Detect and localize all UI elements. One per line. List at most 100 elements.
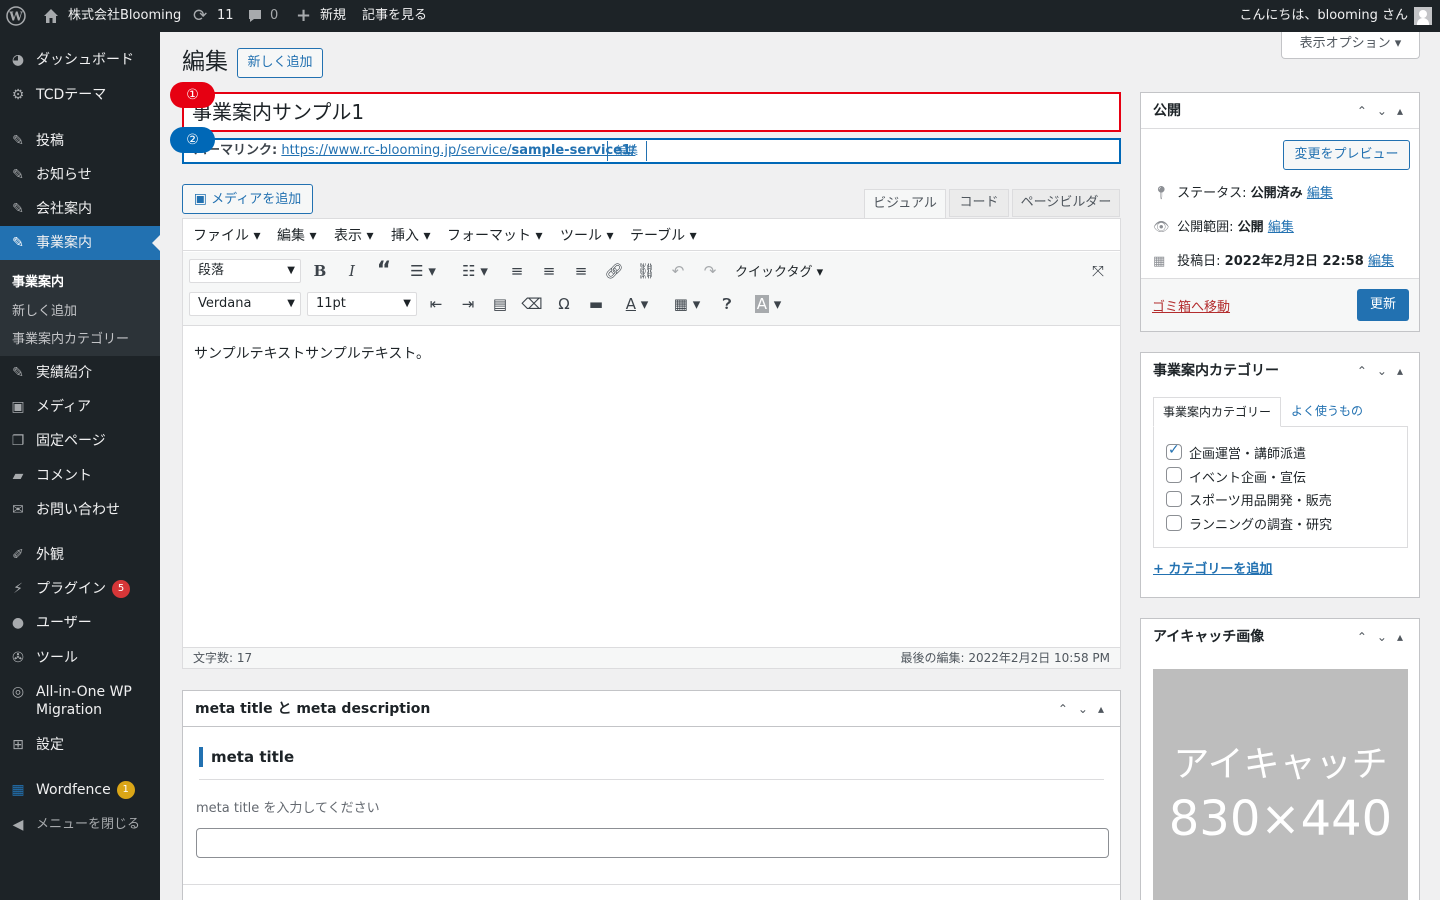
undo-icon[interactable]: ↶ [667,260,689,282]
bold-icon[interactable]: B [309,260,331,282]
collapse-menu-button[interactable]: ◀ メニューを閉じる [0,808,160,842]
sidebar-item-posts[interactable]: ✎ 投稿 [0,124,160,158]
sidebar-item-dashboard[interactable]: ◕ ダッシュボード [0,43,160,77]
meta-box-controls[interactable]: ⌃⌄▴ [1058,691,1114,727]
unlink-icon[interactable]: ⛓︎ [635,260,657,282]
move-to-trash-link[interactable]: ゴミ箱へ移動 [1152,296,1230,315]
updates-icon[interactable]: ⟳ [193,0,207,32]
wordpress-logo-icon[interactable]: W [6,0,28,32]
tab-page-builder[interactable]: ページビルダー [1012,189,1120,217]
dashboard-icon: ◕ [11,52,25,68]
category-checkbox-2[interactable] [1166,491,1182,507]
meta-title-input[interactable] [196,828,1109,858]
updates-count[interactable]: 11 [217,0,234,32]
redo-icon[interactable]: ↷ [699,260,721,282]
sidebar-item-contact[interactable]: ✉ お問い合わせ [0,493,160,527]
greeting[interactable]: こんにちは、blooming さん [1239,0,1408,32]
screen-options-button[interactable]: 表示オプション ▾ [1281,32,1420,59]
menu-edit[interactable]: 編集 ▾ [277,225,316,245]
text-color-icon[interactable]: A ▾ [617,293,657,315]
preview-changes-button[interactable]: 変更をプレビュー [1283,140,1410,170]
fullscreen-icon[interactable]: ⤧ [1087,260,1109,282]
tab-code[interactable]: コード [949,189,1009,217]
sidebar-item-service[interactable]: ✎ 事業案内 [0,226,160,260]
link-icon[interactable]: 🔗︎ [603,260,625,282]
category-checkbox-0[interactable]: ✓ [1166,442,1182,460]
bullet-list-icon[interactable]: ☰ ▾ [405,260,441,282]
featured-image-placeholder[interactable]: アイキャッチ 830×440 [1153,669,1408,900]
sidebar-item-media[interactable]: ▣ メディア [0,390,160,424]
sidebar-item-appearance[interactable]: ✐ 外観 [0,538,160,572]
submenu-add-new[interactable]: 新しく追加 [12,300,77,319]
sidebar-item-company[interactable]: ✎ 会社案内 [0,192,160,226]
menu-file[interactable]: ファイル ▾ [193,225,260,245]
permalink-edit-button[interactable]: 編集 [607,141,647,161]
menu-table[interactable]: テーブル ▾ [630,225,697,245]
visibility-edit-link[interactable]: 編集 [1268,220,1294,235]
editor-content[interactable]: サンプルテキストサンプルテキスト。 [194,343,430,363]
outdent-icon[interactable]: ⇤ [425,293,447,315]
sidebar-item-news[interactable]: ✎ お知らせ [0,158,160,192]
align-center-icon[interactable]: ≡ [538,260,560,282]
sidebar-item-tcd-theme[interactable]: ⚙ TCDテーマ [0,78,160,112]
tab-visual[interactable]: ビジュアル [864,189,946,219]
featured-image-title: アイキャッチ画像 [1153,629,1265,645]
clear-format-icon[interactable]: ⌫ [521,293,543,315]
paste-icon[interactable]: ▤ [489,293,511,315]
add-media-button[interactable]: ▣ メディアを追加 [182,184,313,214]
sidebar-item-plugins[interactable]: ⚡ プラグイン 5 [0,572,160,606]
table-icon[interactable]: ▦ ▾ [667,293,707,315]
menu-format[interactable]: フォーマット ▾ [447,225,542,245]
category-tab-all[interactable]: 事業案内カテゴリー [1153,397,1281,427]
status-edit-link[interactable]: 編集 [1307,186,1333,201]
indent-icon[interactable]: ⇥ [457,293,479,315]
plus-icon[interactable]: + [296,0,311,32]
permalink-url[interactable]: https://www.rc-blooming.jp/service/sampl… [281,143,635,158]
horizontal-line-icon[interactable]: ▬ [585,293,607,315]
sidebar-item-comments[interactable]: ▰ コメント [0,459,160,493]
comment-icon[interactable] [247,0,263,32]
add-new-button[interactable]: 新しく追加 [237,48,323,78]
add-category-link[interactable]: + カテゴリーを追加 [1153,558,1272,577]
home-icon[interactable] [43,0,61,32]
bg-color-icon[interactable]: A ▾ [748,293,788,315]
avatar[interactable] [1414,0,1432,32]
update-button[interactable]: 更新 [1357,289,1409,321]
align-left-icon[interactable]: ≡ [506,260,528,282]
menu-tools[interactable]: ツール ▾ [560,225,613,245]
help-icon[interactable]: ❓︎ [716,293,738,315]
sidebar-item-tools[interactable]: ✇ ツール [0,641,160,675]
font-size-select[interactable]: 11pt ▼ [307,292,417,316]
publish-controls[interactable]: ⌃⌄▴ [1357,93,1413,129]
comments-count[interactable]: 0 [270,0,278,32]
sidebar-item-works[interactable]: ✎ 実績紹介 [0,356,160,390]
sidebar-item-wordfence[interactable]: ▦ Wordfence 1 [0,773,160,807]
paragraph-select[interactable]: 段落 ▼ [189,259,301,283]
category-checkbox-3[interactable] [1166,515,1182,531]
quicktag-dropdown[interactable]: クイックタグ ▾ [735,261,823,280]
sidebar-item-settings[interactable]: ⊞ 設定 [0,728,160,762]
align-right-icon[interactable]: ≡ [570,260,592,282]
menu-insert[interactable]: 挿入 ▾ [391,225,430,245]
menu-view[interactable]: 表示 ▾ [334,225,373,245]
font-family-select[interactable]: Verdana ▼ [189,292,301,316]
view-post-link[interactable]: 記事を見る [362,0,427,32]
italic-icon[interactable]: I [341,260,363,282]
sidebar-item-migration[interactable]: ◎ All-in-One WP Migration [0,675,160,727]
numbered-list-icon[interactable]: ☷ ▾ [453,260,497,282]
special-char-icon[interactable]: Ω [553,293,575,315]
blockquote-icon[interactable]: “ [373,260,395,282]
site-name[interactable]: 株式会社Blooming [68,0,181,32]
category-checkbox-1[interactable] [1166,467,1182,483]
new-link[interactable]: 新規 [320,0,346,32]
sidebar-item-users[interactable]: ● ユーザー [0,606,160,640]
category-controls[interactable]: ⌃⌄▴ [1357,353,1413,389]
category-tab-popular[interactable]: よく使うもの [1291,397,1363,425]
media-icon: ▣ [193,191,207,207]
submenu-service-category[interactable]: 事業案内カテゴリー [12,328,129,347]
featured-controls[interactable]: ⌃⌄▴ [1357,619,1413,655]
submenu-service[interactable]: 事業案内 [12,271,64,290]
date-edit-link[interactable]: 編集 [1368,254,1394,269]
sidebar-item-pages[interactable]: ❐ 固定ページ [0,424,160,458]
post-title-input[interactable]: 事業案内サンプル1 [182,92,1121,132]
